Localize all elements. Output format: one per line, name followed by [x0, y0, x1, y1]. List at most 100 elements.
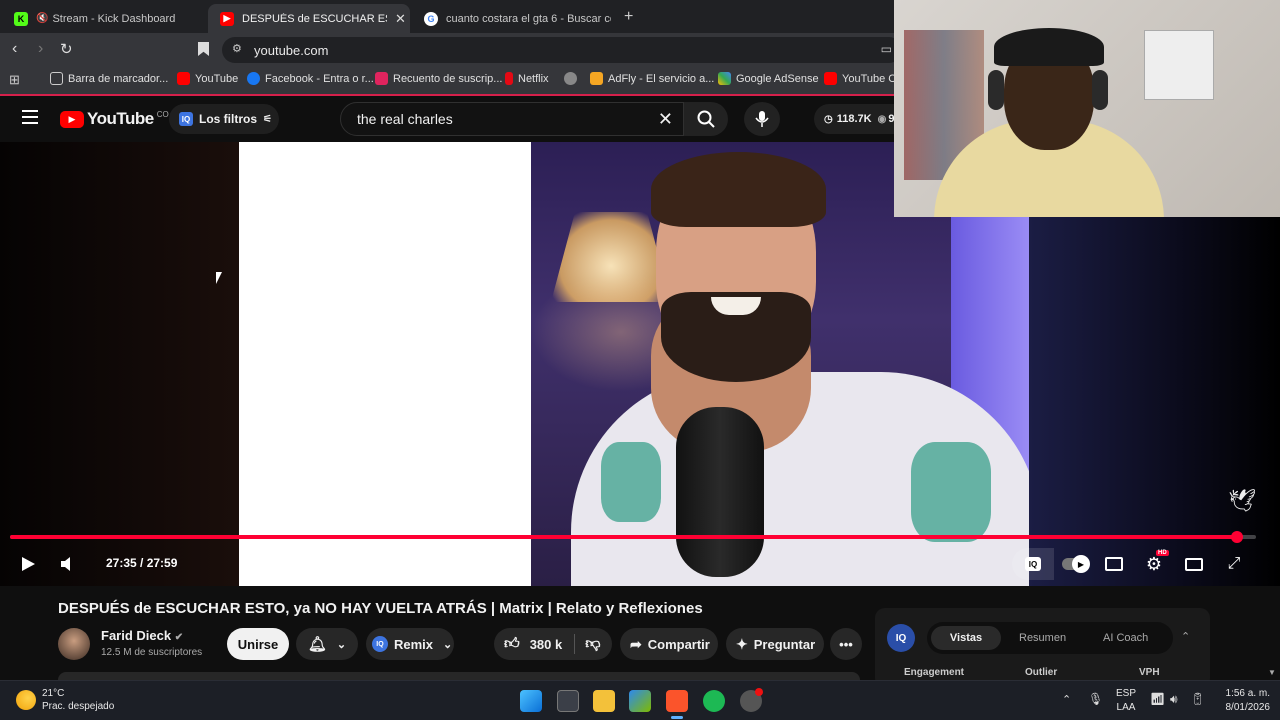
- scroll-down-arrow[interactable]: ▼: [1268, 668, 1276, 677]
- youtube-logo[interactable]: ▶ YouTube CO: [60, 109, 169, 129]
- back-button[interactable]: ‹: [12, 40, 17, 58]
- bookmark-icon[interactable]: [198, 42, 209, 56]
- wall-poster: [1144, 30, 1214, 100]
- chevron-down-icon: ⌄: [336, 638, 347, 651]
- tab-youtube-video[interactable]: ▶ DESPUÉS de ESCUCHAR ESTO, ya ✕: [208, 4, 410, 33]
- cast-icon[interactable]: ▭: [881, 42, 892, 56]
- file-explorer-icon[interactable]: [593, 690, 615, 712]
- settings-button[interactable]: ⚙ HD: [1142, 550, 1169, 576]
- forward-button[interactable]: ›: [38, 40, 43, 58]
- more-actions-button[interactable]: •••: [830, 628, 862, 660]
- column-engagement: Engagement: [904, 667, 965, 678]
- theater-mode-button[interactable]: [1182, 552, 1206, 576]
- person-hair: [651, 152, 826, 227]
- channel-name[interactable]: Farid Dieck ✔: [101, 628, 183, 643]
- youtube-icon: ▶: [220, 11, 234, 26]
- dove-watermark-icon: 🕊: [1228, 488, 1256, 513]
- temperature[interactable]: 21°C: [42, 688, 64, 699]
- chevron-down-icon: ⌄: [443, 638, 453, 651]
- fullscreen-button[interactable]: ⤢: [1222, 552, 1246, 576]
- shirt-pattern: [601, 442, 661, 522]
- active-app-indicator: [671, 716, 683, 719]
- clock-icon: ◷: [824, 113, 833, 125]
- time-display: 27:35 / 27:59: [106, 556, 178, 570]
- wifi-icon[interactable]: 📶︎: [1150, 692, 1165, 706]
- iq-player-button[interactable]: IQ: [1012, 548, 1054, 580]
- bookmark-recuento[interactable]: Recuento de suscrip...: [375, 72, 502, 85]
- tab-kick-dashboard[interactable]: K 🔇 Stream - Kick Dashboard: [2, 4, 207, 33]
- tab-google-search[interactable]: G cuanto costara el gta 6 - Buscar con G: [412, 4, 617, 33]
- youtube-icon: [824, 72, 837, 85]
- subscriber-count: 12.5 M de suscriptores: [101, 647, 203, 658]
- apps-grid-icon[interactable]: ⊞: [9, 72, 20, 88]
- tab-vistas[interactable]: Vistas: [931, 626, 1001, 650]
- bookmark-adfly[interactable]: AdFly - El servicio a...: [590, 72, 714, 85]
- new-tab-button[interactable]: +: [624, 8, 633, 26]
- progress-bar[interactable]: [10, 535, 1238, 539]
- kick-icon: K: [14, 11, 28, 26]
- language-indicator[interactable]: ESP: [1112, 688, 1140, 699]
- column-outlier: Outlier: [1025, 667, 1058, 678]
- remix-button[interactable]: IQ Remix ⌄: [366, 628, 454, 660]
- description-box[interactable]: [58, 672, 860, 680]
- bell-icon: 🔔︎: [307, 636, 327, 653]
- autoplay-toggle[interactable]: ▶: [1062, 552, 1090, 576]
- voice-search-button[interactable]: [744, 102, 780, 136]
- dislike-icon[interactable]: 👎︎: [585, 635, 600, 653]
- youtube-icon: [177, 72, 190, 85]
- spotify-icon[interactable]: [703, 690, 725, 712]
- join-button[interactable]: Unirse: [227, 628, 289, 660]
- play-button[interactable]: [16, 552, 40, 576]
- start-button[interactable]: [520, 690, 542, 712]
- tab-ai-coach[interactable]: AI Coach: [1103, 632, 1148, 644]
- channel-avatar[interactable]: [58, 628, 90, 660]
- bookmark-youtube-creator[interactable]: YouTube Cr: [824, 72, 900, 85]
- sparkle-icon: ✦: [736, 635, 748, 652]
- bookmark-folder[interactable]: Barra de marcador...: [50, 72, 168, 85]
- clock-time[interactable]: 1:56 a. m.: [1210, 688, 1270, 699]
- volume-button[interactable]: [56, 552, 80, 576]
- close-tab-icon[interactable]: ✕: [395, 11, 406, 27]
- search-input[interactable]: the real charles ✕: [340, 102, 684, 136]
- address-bar[interactable]: ⚙ youtube.com ▭: [222, 37, 902, 63]
- bookmark-facebook[interactable]: Facebook - Entra o r...: [247, 72, 374, 85]
- filters-button[interactable]: IQ Los filtros ⚟: [169, 104, 279, 134]
- search-icon: [697, 110, 715, 128]
- collapse-panel-icon[interactable]: ⌃: [1181, 630, 1190, 643]
- store-icon[interactable]: [629, 690, 651, 712]
- views-stat[interactable]: ◷ 118.7K ◉ 9: [814, 104, 894, 134]
- search-button[interactable]: [684, 102, 728, 136]
- bookmark-youtube[interactable]: YouTube: [177, 72, 238, 85]
- clock-date[interactable]: 8/01/2026: [1210, 702, 1271, 713]
- clear-search-icon[interactable]: ✕: [658, 109, 673, 130]
- weather-text[interactable]: Prac. despejado: [42, 701, 114, 712]
- mic-tray-icon[interactable]: 🎙︎: [1088, 692, 1103, 706]
- like-count[interactable]: 380 k: [530, 637, 563, 652]
- brave-browser-icon[interactable]: [666, 690, 688, 712]
- windows-taskbar: 21°C Prac. despejado ⌃ 🎙︎ ESP LAA 📶︎ 🔊︎ …: [0, 680, 1280, 720]
- vidiq-panel: IQ Vistas Resumen AI Coach ⌃ Engagement …: [875, 608, 1210, 688]
- youtube-play-icon: ▶: [60, 110, 84, 128]
- battery-icon[interactable]: 🔋︎: [1190, 692, 1205, 706]
- iq-icon: IQ: [179, 112, 193, 126]
- subtitles-button[interactable]: [1102, 552, 1126, 576]
- subscribed-bell-button[interactable]: 🔔︎ ⌄: [296, 628, 358, 660]
- tab-resumen[interactable]: Resumen: [1019, 632, 1066, 644]
- keyboard-layout[interactable]: LAA: [1112, 702, 1140, 713]
- task-view-icon[interactable]: [557, 690, 579, 712]
- site-info-icon[interactable]: ⚙: [232, 42, 242, 55]
- like-icon[interactable]: 👍︎: [504, 635, 520, 653]
- bookmark-globe[interactable]: [564, 72, 582, 85]
- volume-tray-icon[interactable]: 🔊︎: [1170, 692, 1178, 707]
- play-icon: [22, 557, 35, 571]
- share-button[interactable]: ➦ Compartir: [620, 628, 718, 660]
- menu-icon[interactable]: [22, 110, 38, 124]
- toggle-icon: ▶: [1062, 555, 1090, 573]
- ask-button[interactable]: ✦ Preguntar: [726, 628, 824, 660]
- weather-icon[interactable]: [16, 690, 36, 710]
- reload-button[interactable]: ↻: [60, 40, 73, 58]
- youtube-icon: [375, 72, 388, 85]
- tray-chevron-icon[interactable]: ⌃: [1062, 693, 1071, 706]
- bookmark-netflix[interactable]: Netflix: [505, 72, 549, 85]
- bookmark-adsense[interactable]: Google AdSense: [718, 72, 819, 85]
